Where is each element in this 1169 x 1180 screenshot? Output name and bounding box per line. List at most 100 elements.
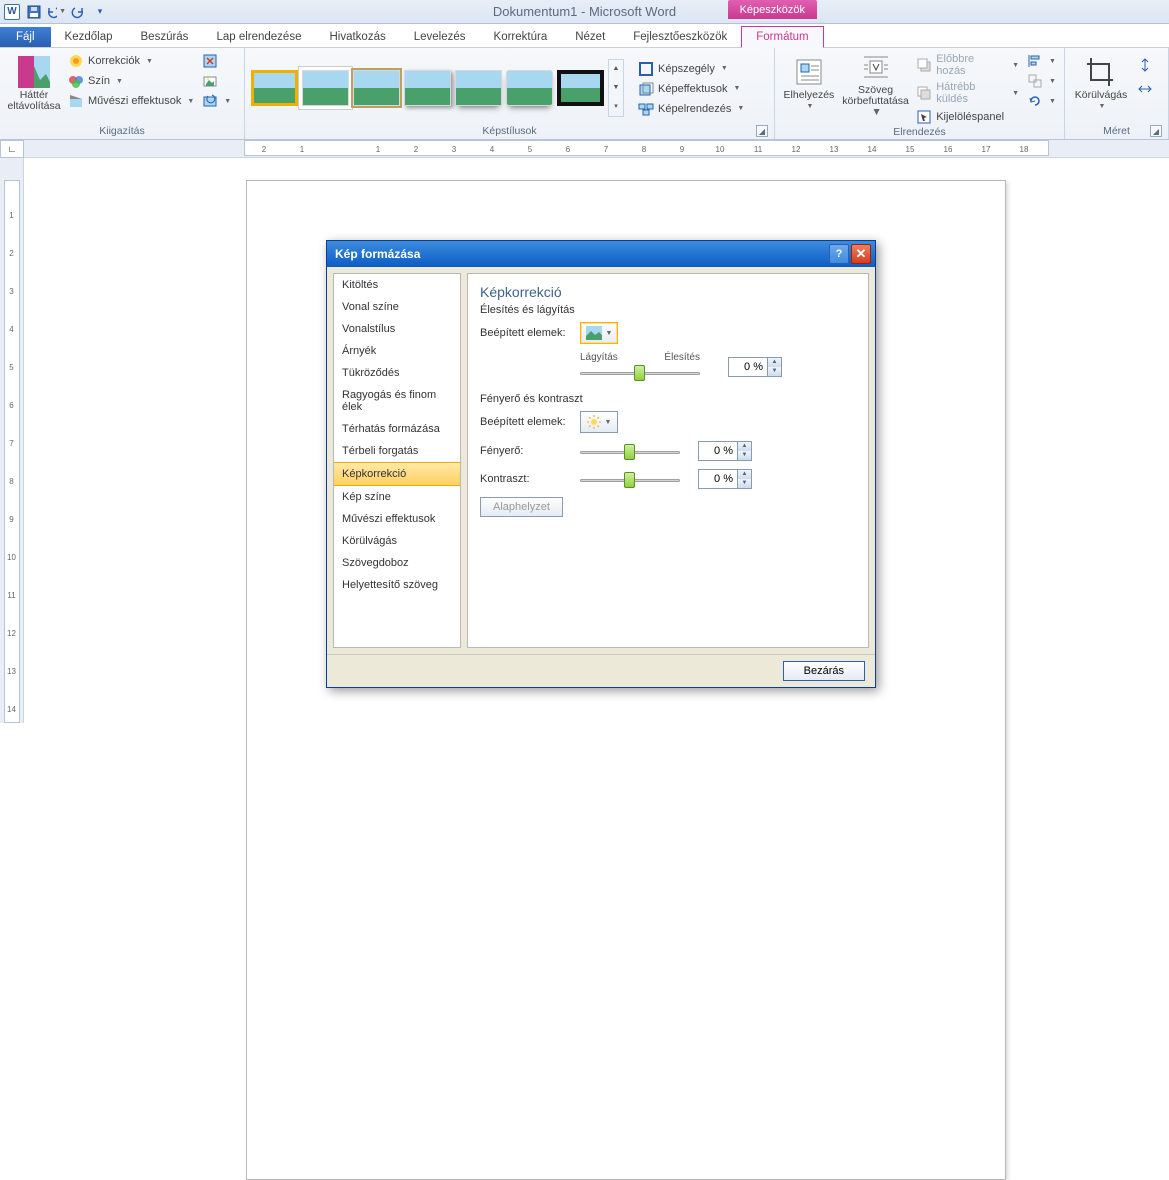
wrap-text-button[interactable]: Szövegkörbefuttatása ▼ [841,50,910,118]
dialog-nav-item[interactable]: Művészi effektusok [334,508,460,530]
contrast-spinner[interactable]: ▲▼ [698,469,752,489]
color-button[interactable]: Szín▼ [66,72,196,90]
selection-pane-button[interactable]: Kijelöléspanel [914,108,1021,126]
group-objects-button[interactable]: ▼ [1025,72,1058,90]
style-thumb-2[interactable] [302,70,349,106]
qat-customize[interactable]: ▾ [90,2,110,22]
reset-picture-button[interactable]: ▼ [200,92,233,110]
dialog-nav-item[interactable]: Kép színe [334,486,460,508]
styles-row-up[interactable]: ▲ [609,60,623,79]
slider-thumb[interactable] [624,472,635,488]
styles-expand[interactable]: ▾ [609,97,623,116]
spin-down[interactable]: ▼ [737,479,751,488]
tab-format[interactable]: Formátum [741,26,823,48]
corrections-button[interactable]: Korrekciók▼ [66,52,196,70]
tab-review[interactable]: Korrektúra [480,27,562,47]
reset-button[interactable]: Alaphelyzet [480,497,563,517]
app-menu-button[interactable]: W [2,2,22,22]
dialog-nav-item[interactable]: Körülvágás [334,530,460,552]
spin-up[interactable]: ▲ [737,470,751,479]
styles-row-down[interactable]: ▼ [609,78,623,97]
horizontal-ruler[interactable]: 21123456789101112131415161718 [244,140,1049,156]
remove-background-button[interactable]: Háttéreltávolítása [6,50,62,118]
align-button[interactable]: ▼ [1025,52,1058,70]
artistic-effects-button[interactable]: Művészi effektusok▼ [66,92,196,110]
picture-effects-button[interactable]: Képeffektusok▼ [636,80,746,98]
redo-button[interactable] [68,2,88,22]
compress-icon [202,53,218,69]
dialog-close-button[interactable]: ✕ [851,244,871,264]
presets1-label: Beépített elemek: [480,327,580,339]
crop-button[interactable]: Körülvágás▼ [1071,50,1131,118]
picture-border-button[interactable]: Képszegély▼ [636,60,746,78]
picture-preset-icon [586,326,602,340]
style-thumb-6[interactable] [506,70,553,106]
tab-file[interactable]: Fájl [0,27,51,47]
tab-view[interactable]: Nézet [561,27,619,47]
rotate-button[interactable]: ▼ [1025,92,1058,110]
brightness-spinner[interactable]: ▲▼ [698,441,752,461]
style-thumb-7[interactable] [557,70,604,106]
sharpen-input[interactable] [729,361,767,373]
dialog-titlebar[interactable]: Kép formázása ? ✕ [327,241,875,267]
tab-layout[interactable]: Lap elrendezése [202,27,315,47]
sharpen-presets-button[interactable]: ▼ [580,322,618,344]
spin-down[interactable]: ▼ [737,451,751,460]
style-thumb-5[interactable] [455,70,502,106]
close-dialog-button[interactable]: Bezárás [783,661,865,681]
sharpen-spinner[interactable]: ▲▼ [728,357,782,377]
tab-home[interactable]: Kezdőlap [51,27,127,47]
dialog-help-button[interactable]: ? [829,244,849,264]
group-picture-styles: ▲ ▼ ▾ Képszegély▼ Képeffektusok▼ Képelre… [245,48,775,139]
dialog-nav-item[interactable]: Tükröződés [334,362,460,384]
dialog-nav-item[interactable]: Kitöltés [334,274,460,296]
position-icon [793,56,825,88]
undo-button[interactable]: ▼ [46,2,66,22]
send-backward-button[interactable]: Hátrébb küldés▼ [914,80,1021,106]
dialog-nav-item[interactable]: Árnyék [334,340,460,362]
styles-more: ▲ ▼ ▾ [608,59,624,117]
compress-pictures-button[interactable] [200,52,233,70]
tab-selector[interactable]: ∟ [0,140,24,158]
change-picture-button[interactable] [200,72,233,90]
tab-insert[interactable]: Beszúrás [127,27,203,47]
titlebar: W ▼ ▾ Dokumentum1 - Microsoft Word Képes… [0,0,1169,24]
style-thumb-1[interactable] [251,70,298,106]
dialog-nav-item[interactable]: Vonal színe [334,296,460,318]
position-button[interactable]: Elhelyezés▼ [781,50,837,118]
vertical-ruler[interactable]: 1234567891011121314 [4,180,20,723]
styles-launcher[interactable]: ◢ [756,125,768,137]
picture-layout-button[interactable]: Képelrendezés▼ [636,100,746,118]
remove-bg-icon [18,56,50,88]
dialog-nav-item[interactable]: Ragyogás és finom élek [334,384,460,418]
spin-down[interactable]: ▼ [767,367,781,376]
brightness-input[interactable] [699,445,737,457]
tab-mailings[interactable]: Levelezés [400,27,480,47]
slider-thumb[interactable] [624,444,635,460]
dialog-nav-item[interactable]: Szövegdoboz [334,552,460,574]
slider-thumb[interactable] [634,365,645,381]
brightness-slider[interactable] [580,444,680,460]
dialog-nav-item[interactable]: Vonalstílus [334,318,460,340]
sharpen-slider[interactable] [580,365,700,381]
spin-up[interactable]: ▲ [737,442,751,451]
bring-forward-button[interactable]: Előbbre hozás▼ [914,52,1021,78]
section-sharpen-soften: Élesítés és lágyítás [480,304,856,316]
dialog-nav-item[interactable]: Térhatás formázása [334,418,460,440]
group-styles-label: Képstílusok [482,125,536,137]
size-launcher[interactable]: ◢ [1150,125,1162,137]
brightness-presets-button[interactable]: ▼ [580,411,618,433]
save-button[interactable] [24,2,44,22]
group-adjust-label: Kiigazítás [6,125,238,139]
tab-developer[interactable]: Fejlesztőeszközök [619,27,741,47]
contrast-slider[interactable] [580,472,680,488]
dialog-nav-item[interactable]: Helyettesítő szöveg [334,574,460,596]
style-thumb-4[interactable] [404,70,451,106]
style-thumb-3[interactable] [353,70,400,106]
spin-up[interactable]: ▲ [767,358,781,367]
contrast-label: Kontraszt: [480,473,580,485]
dialog-nav-item[interactable]: Képkorrekció [334,462,460,486]
tab-references[interactable]: Hivatkozás [315,27,399,47]
dialog-nav-item[interactable]: Térbeli forgatás [334,440,460,462]
contrast-input[interactable] [699,473,737,485]
